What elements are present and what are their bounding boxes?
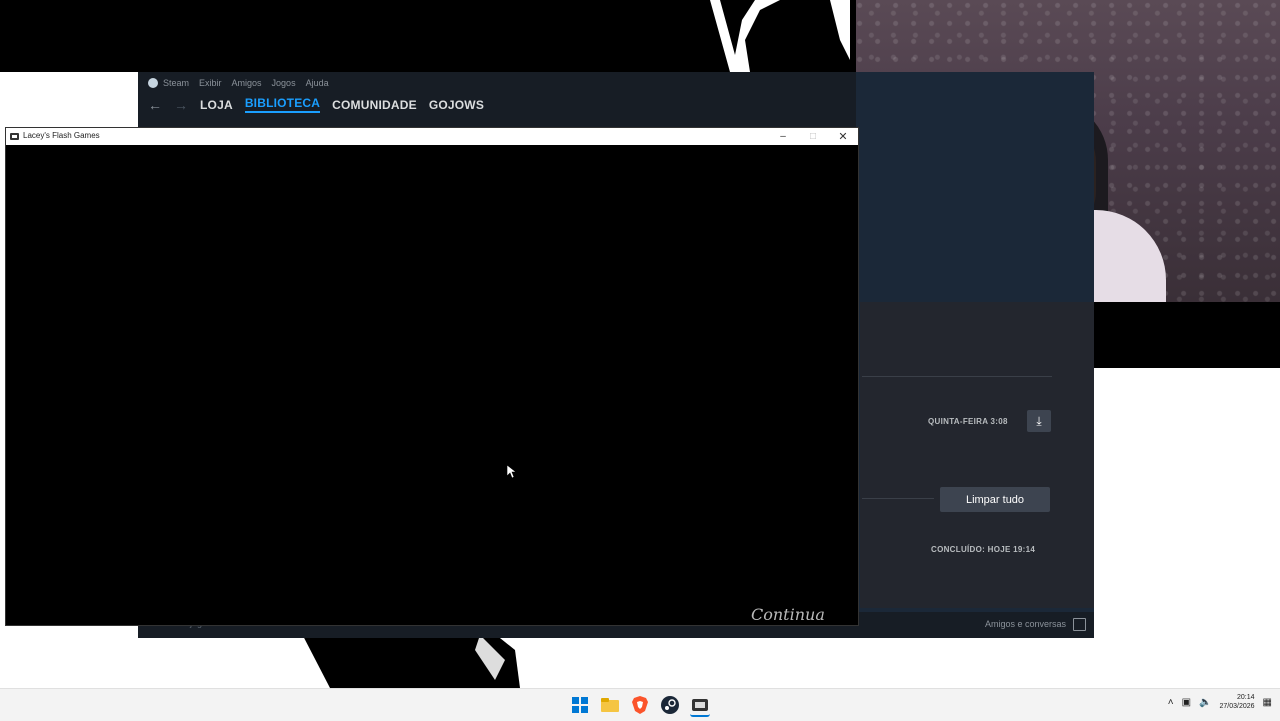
completed-download-time: CONCLUÍDO: HOJE 19:14 (931, 545, 1036, 554)
download-icon[interactable]: ⤓ (1027, 410, 1051, 432)
steam-icon[interactable] (660, 695, 680, 715)
friends-chat-icon[interactable] (1073, 618, 1086, 631)
steam-topbar: Steam Exibir Amigos Jogos Ajuda ← → LOJA… (138, 72, 856, 128)
flash-game-icon (10, 133, 19, 140)
nav-store[interactable]: LOJA (200, 98, 233, 112)
downloads-panel (860, 302, 1094, 608)
file-explorer-icon[interactable] (600, 695, 620, 715)
mouse-cursor-icon (507, 465, 517, 479)
clock[interactable]: 20:14 27/03/2026 (1220, 693, 1255, 711)
network-icon[interactable]: ▣ (1182, 697, 1191, 708)
close-icon[interactable]: ✕ (828, 128, 858, 145)
system-tray: ˄ ▣ 🔈 20:14 27/03/2026 ▦ (1168, 693, 1272, 711)
panel-divider (862, 376, 1052, 377)
flash-game-taskbar-icon[interactable] (690, 695, 710, 717)
chevron-up-icon[interactable]: ˄ (1168, 697, 1174, 708)
nav-community[interactable]: COMUNIDADE (332, 98, 417, 112)
manga-figure-bottom (300, 630, 520, 688)
flash-game-window: Lacey's Flash Games – □ ✕ Continua (6, 128, 858, 625)
scheduled-download-time: QUINTA-FEIRA 3:08 (928, 417, 1008, 426)
taskbar-apps (570, 695, 710, 717)
menu-item-help[interactable]: Ajuda (306, 78, 329, 88)
friends-chat-button[interactable]: Amigos e conversas (985, 619, 1066, 629)
minimize-icon[interactable]: – (768, 128, 798, 145)
clear-all-button[interactable]: Limpar tudo (940, 487, 1050, 512)
steam-nav: ← → LOJA BIBLIOTECA COMUNIDADE GOJOWS (148, 96, 484, 113)
volume-icon[interactable]: 🔈 (1199, 697, 1211, 708)
panel-divider (862, 498, 934, 499)
arrow-right-icon[interactable]: → (174, 97, 188, 113)
steam-logo-icon (148, 78, 158, 88)
nav-library[interactable]: BIBLIOTECA (244, 96, 321, 113)
game-canvas[interactable]: Continua (6, 145, 858, 625)
menu-item-games[interactable]: Jogos (272, 78, 296, 88)
arrow-left-icon[interactable]: ← (148, 97, 162, 113)
manga-figure-top (710, 0, 850, 72)
nav-profile[interactable]: GOJOWS (429, 98, 484, 112)
maximize-icon[interactable]: □ (798, 128, 828, 145)
windows-taskbar: ˄ ▣ 🔈 20:14 27/03/2026 ▦ (0, 688, 1280, 721)
steam-menu-bar: Steam Exibir Amigos Jogos Ajuda (148, 78, 329, 88)
menu-item-steam[interactable]: Steam (163, 78, 189, 88)
menu-item-friends[interactable]: Amigos (232, 78, 262, 88)
flash-titlebar[interactable]: Lacey's Flash Games – □ ✕ (6, 128, 858, 145)
notification-icon[interactable]: ▦ (1263, 697, 1272, 708)
clock-date: 27/03/2026 (1219, 703, 1255, 710)
menu-item-view[interactable]: Exibir (199, 78, 222, 88)
clock-time: 20:14 (1237, 694, 1255, 701)
brave-browser-icon[interactable] (630, 695, 650, 715)
window-title: Lacey's Flash Games (23, 131, 100, 140)
windows-start-icon[interactable] (570, 695, 590, 715)
continue-button[interactable]: Continua (751, 605, 825, 624)
